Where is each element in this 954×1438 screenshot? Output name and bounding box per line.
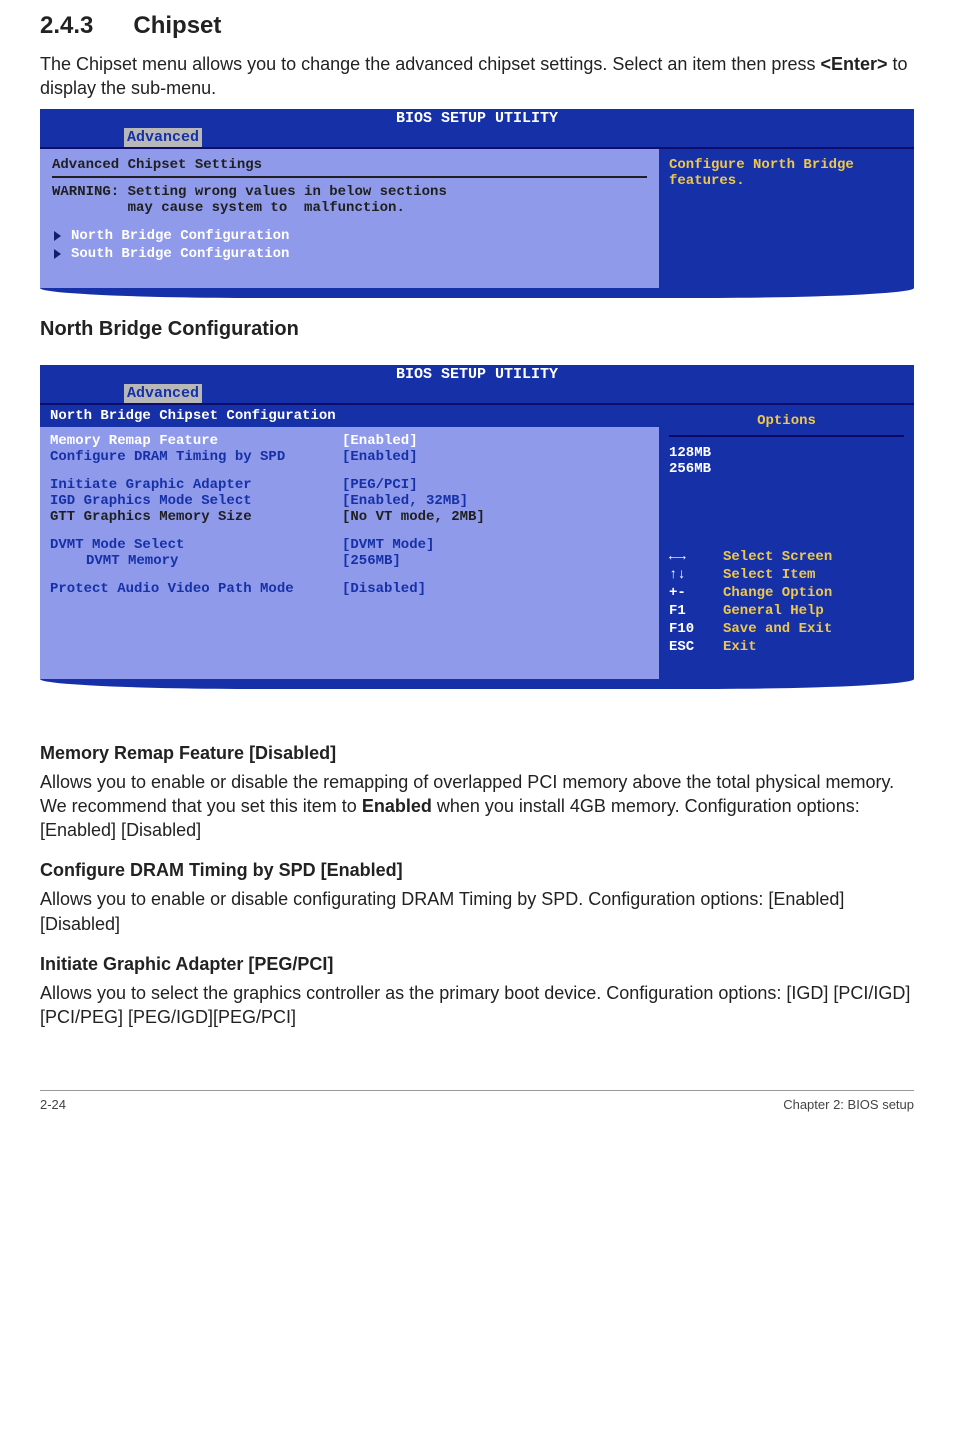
bios-advanced-chipset: BIOS SETUP UTILITY Advanced Advanced Chi… bbox=[40, 109, 914, 298]
bios-north-bridge: BIOS SETUP UTILITY Advanced North Bridge… bbox=[40, 365, 914, 689]
nav-hint: F10Save and Exit bbox=[669, 621, 904, 637]
tab-advanced[interactable]: Advanced bbox=[124, 384, 202, 403]
nav-key: F1 bbox=[669, 603, 723, 619]
config-row[interactable]: Configure DRAM Timing by SPD[Enabled] bbox=[50, 449, 649, 465]
config-row[interactable]: Protect Audio Video Path Mode[Disabled] bbox=[50, 581, 649, 597]
config-name: Protect Audio Video Path Mode bbox=[50, 581, 342, 597]
config-row[interactable]: Memory Remap Feature[Enabled] bbox=[50, 433, 649, 449]
page-footer: 2-24 Chapter 2: BIOS setup bbox=[40, 1090, 914, 1112]
config-value: [Enabled] bbox=[342, 449, 418, 465]
config-value: [Enabled] bbox=[342, 433, 418, 449]
options-title: Options bbox=[669, 413, 904, 429]
section-title: Chipset bbox=[133, 12, 221, 39]
help-text-1: Configure North Bridge bbox=[669, 157, 904, 173]
help-text-2: features. bbox=[669, 173, 904, 189]
section-number: 2.4.3 bbox=[40, 12, 93, 40]
nav-key: ↑↓ bbox=[669, 567, 723, 583]
config-value: [Enabled, 32MB] bbox=[342, 493, 468, 509]
panel-title: Advanced Chipset Settings bbox=[52, 157, 647, 173]
warning-line-2: may cause system to malfunction. bbox=[52, 200, 647, 216]
chevron-right-icon bbox=[54, 249, 61, 259]
nav-label: Change Option bbox=[723, 585, 832, 601]
config-value: [DVMT Mode] bbox=[342, 537, 434, 553]
nav-label: Select Item bbox=[723, 567, 815, 583]
divider bbox=[669, 435, 904, 437]
menu-north-bridge[interactable]: North Bridge Configuration bbox=[52, 228, 647, 244]
config-row[interactable]: GTT Graphics Memory Size[No VT mode, 2MB… bbox=[50, 509, 649, 525]
config-name: DVMT Mode Select bbox=[50, 537, 342, 553]
memory-remap-heading: Memory Remap Feature [Disabled] bbox=[40, 743, 914, 764]
config-value: [No VT mode, 2MB] bbox=[342, 509, 485, 525]
intro-text: The Chipset menu allows you to change th… bbox=[40, 52, 914, 101]
dram-timing-heading: Configure DRAM Timing by SPD [Enabled] bbox=[40, 860, 914, 881]
section-heading: 2.4.3 Chipset bbox=[40, 12, 914, 40]
initiate-graphic-heading: Initiate Graphic Adapter [PEG/PCI] bbox=[40, 954, 914, 975]
config-row[interactable]: Initiate Graphic Adapter[PEG/PCI] bbox=[50, 477, 649, 493]
bios-window-title: BIOS SETUP UTILITY bbox=[40, 365, 914, 384]
nav-key: ←→ bbox=[669, 549, 723, 565]
page-number: 2-24 bbox=[40, 1097, 66, 1112]
nav-hint: F1General Help bbox=[669, 603, 904, 619]
config-value: [PEG/PCI] bbox=[342, 477, 418, 493]
nav-label: Exit bbox=[723, 639, 757, 655]
memory-remap-text: Allows you to enable or disable the rema… bbox=[40, 770, 914, 843]
bios-help-panel: Configure North Bridge features. bbox=[659, 149, 914, 288]
nav-label: Select Screen bbox=[723, 549, 832, 565]
nav-key: ESC bbox=[669, 639, 723, 655]
bios-options-panel: Options 128MB 256MB ←→Select Screen↑↓Sel… bbox=[659, 405, 914, 679]
divider bbox=[52, 176, 647, 178]
nav-key: F10 bbox=[669, 621, 723, 637]
enter-key: <Enter> bbox=[820, 54, 887, 74]
config-value: [Disabled] bbox=[342, 581, 426, 597]
nav-key: +- bbox=[669, 585, 723, 601]
bios-left-panel: Advanced Chipset Settings WARNING: Setti… bbox=[40, 149, 659, 288]
bios-tabs: Advanced bbox=[40, 384, 914, 403]
nav-label: Save and Exit bbox=[723, 621, 832, 637]
config-name: Initiate Graphic Adapter bbox=[50, 477, 342, 493]
config-name: DVMT Memory bbox=[50, 553, 342, 569]
config-row[interactable]: IGD Graphics Mode Select[Enabled, 32MB] bbox=[50, 493, 649, 509]
chevron-right-icon bbox=[54, 231, 61, 241]
warning-line-1: WARNING: Setting wrong values in below s… bbox=[52, 184, 647, 200]
nav-hint: ←→Select Screen bbox=[669, 549, 904, 565]
config-name: GTT Graphics Memory Size bbox=[50, 509, 342, 525]
nav-hint: ↑↓Select Item bbox=[669, 567, 904, 583]
bios-window-title: BIOS SETUP UTILITY bbox=[40, 109, 914, 128]
option-256mb[interactable]: 256MB bbox=[669, 461, 904, 477]
dram-timing-text: Allows you to enable or disable configur… bbox=[40, 887, 914, 936]
nav-label: General Help bbox=[723, 603, 824, 619]
option-128mb[interactable]: 128MB bbox=[669, 445, 904, 461]
initiate-graphic-text: Allows you to select the graphics contro… bbox=[40, 981, 914, 1030]
nav-hint: ESCExit bbox=[669, 639, 904, 655]
panel-title: North Bridge Chipset Configuration bbox=[50, 408, 336, 424]
config-row[interactable]: DVMT Memory[256MB] bbox=[50, 553, 649, 569]
nav-hint: +-Change Option bbox=[669, 585, 904, 601]
chapter-label: Chapter 2: BIOS setup bbox=[783, 1097, 914, 1112]
menu-south-bridge[interactable]: South Bridge Configuration bbox=[52, 246, 647, 262]
bios-left-panel: North Bridge Chipset Configuration Memor… bbox=[40, 405, 659, 679]
north-bridge-heading: North Bridge Configuration bbox=[40, 318, 914, 341]
tab-advanced[interactable]: Advanced bbox=[124, 128, 202, 147]
config-name: Configure DRAM Timing by SPD bbox=[50, 449, 342, 465]
bios-tabs: Advanced bbox=[40, 128, 914, 147]
config-row[interactable]: DVMT Mode Select[DVMT Mode] bbox=[50, 537, 649, 553]
config-name: Memory Remap Feature bbox=[50, 433, 342, 449]
config-name: IGD Graphics Mode Select bbox=[50, 493, 342, 509]
config-value: [256MB] bbox=[342, 553, 401, 569]
